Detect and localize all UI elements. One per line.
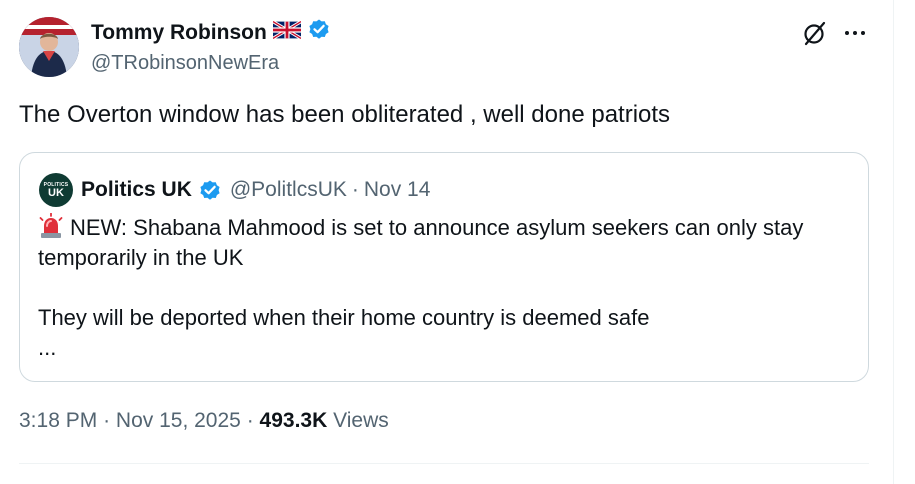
meta-separator: · [103, 409, 111, 432]
views-count[interactable]: 493.3K [260, 409, 328, 432]
quoted-text-ellipsis: ... [38, 335, 57, 360]
column-border [893, 0, 894, 484]
divider [19, 463, 869, 464]
siren-icon [38, 212, 64, 239]
quoted-tweet-header: POLITICS UK Politics UK @PolitlcsUK · No… [39, 173, 430, 207]
views-label: Views [333, 409, 389, 432]
quoted-text-line-3: They will be deported when their home co… [38, 305, 650, 330]
author-avatar[interactable] [19, 17, 79, 77]
quoted-text-line-1-text: NEW: Shabana Mahmood is set to announce … [70, 215, 804, 240]
verified-badge-icon[interactable] [198, 178, 222, 202]
quoted-avatar-big-text: UK [48, 186, 64, 199]
more-icon[interactable] [842, 20, 868, 46]
author-handle[interactable]: @TRobinsonNewEra [91, 50, 279, 76]
quoted-tweet-text: NEW: Shabana Mahmood is set to announce … [38, 212, 858, 363]
quoted-text-line-2: temporarily in the UK [38, 245, 244, 270]
tweet-meta: 3:18 PM · Nov 15, 2025 · 493.3K Views [19, 409, 389, 433]
grok-icon[interactable] [802, 20, 828, 46]
tweet-detail: Tommy Robinson @TRobinsonNewEra The Over… [0, 0, 893, 484]
verified-badge-icon[interactable] [307, 17, 331, 49]
quoted-author-handle[interactable]: @PolitlcsUK [230, 178, 347, 202]
meta-separator: · [246, 409, 254, 432]
flag-uk-icon [271, 19, 302, 47]
quoted-author-avatar[interactable]: POLITICS UK [39, 173, 73, 207]
quoted-date[interactable]: Nov 14 [364, 178, 431, 202]
quoted-text-line-1: NEW: Shabana Mahmood is set to announce … [38, 212, 858, 243]
tweet-text: The Overton window has been obliterated … [19, 101, 671, 128]
quoted-tweet-card[interactable]: POLITICS UK Politics UK @PolitlcsUK · No… [19, 152, 869, 382]
tweet-time[interactable]: 3:18 PM [19, 409, 97, 432]
author-name-text[interactable]: Tommy Robinson [91, 19, 267, 47]
quoted-author-name[interactable]: Politics UK [81, 178, 192, 202]
quoted-meta-separator: · [351, 178, 359, 201]
author-name[interactable]: Tommy Robinson [91, 17, 331, 49]
tweet-date[interactable]: Nov 15, 2025 [116, 409, 241, 432]
quoted-text-spacer [38, 273, 858, 303]
